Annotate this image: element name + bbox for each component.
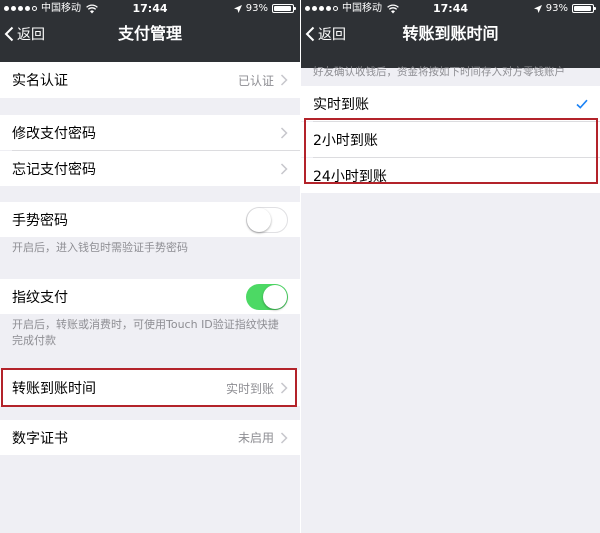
status-right: 93% [533, 0, 596, 17]
page-title: 转账到账时间 [402, 24, 499, 43]
battery-percent: 93% [545, 3, 568, 14]
chevron-right-icon [280, 431, 288, 444]
transfer-time-screen: 中国移动 17:44 93% 返回 转账到账时间 好友确认收钱后，资金将按如下时… [301, 0, 600, 533]
digital-certificate-status: 未启用 [237, 431, 274, 445]
chevron-right-icon [280, 162, 288, 175]
chevron-right-icon [280, 382, 288, 394]
page-title: 支付管理 [117, 24, 182, 43]
status-bar: 中国移动 17:44 93% [0, 0, 300, 17]
status-right: 93% [233, 0, 296, 17]
forgot-password-row[interactable]: 忘记支付密码 [0, 151, 300, 186]
option-label: 24小时到账 [313, 168, 387, 185]
gesture-password-row: 手势密码 [0, 202, 300, 237]
nav-bar: 返回 支付管理 [0, 18, 300, 50]
option-24-hours[interactable]: 24小时到账 [301, 158, 600, 193]
gesture-password-note: 开启后，进入钱包时需验证手势密码 [12, 241, 188, 254]
payment-management-screen: 中国移动 17:44 93% 返回 支付管理 实名认证 已认证 修改支付密码 忘… [0, 0, 300, 533]
transfer-options: 好友确认收钱后，资金将按如下时间存入对方零钱账户 实时到账 2小时到账 24小时… [301, 52, 600, 533]
option-label: 2小时到账 [313, 132, 378, 149]
change-password-row[interactable]: 修改支付密码 [0, 115, 300, 150]
status-bar: 中国移动 17:44 93% [301, 0, 600, 17]
touchid-payment-label: 指纹支付 [12, 289, 68, 306]
toggle-knob [247, 207, 271, 232]
option-2-hours[interactable]: 2小时到账 [301, 122, 600, 157]
change-password-label: 修改支付密码 [12, 125, 96, 142]
touchid-payment-note: 开启后，转账或消费时，可使用Touch ID验证指纹快捷完成付款 [12, 318, 279, 347]
transfer-time-value: 实时到账 [225, 381, 274, 396]
chevron-right-icon [280, 126, 288, 139]
app-root: 中国移动 17:44 93% 返回 支付管理 实名认证 已认证 修改支付密码 忘… [0, 0, 600, 533]
forgot-password-label: 忘记支付密码 [12, 161, 96, 178]
battery-icon [272, 4, 296, 13]
real-name-label: 实名认证 [12, 73, 68, 89]
real-name-status: 已认证 [237, 73, 274, 88]
option-label: 实时到账 [313, 96, 369, 113]
battery-percent: 93% [245, 3, 268, 14]
touchid-payment-toggle[interactable] [246, 283, 288, 310]
digital-certificate-row[interactable]: 数字证书 未启用 [0, 420, 300, 455]
digital-certificate-label: 数字证书 [12, 430, 68, 447]
checkmark-icon [576, 99, 588, 109]
toggle-knob [263, 284, 287, 309]
transfer-time-label: 转账到账时间 [12, 381, 96, 397]
transfer-time-note: 好友确认收钱后，资金将按如下时间存入对方零钱账户 [313, 66, 565, 78]
location-arrow-icon [233, 4, 242, 13]
real-name-row[interactable]: 实名认证 已认证 [0, 62, 300, 98]
location-arrow-icon [533, 4, 542, 13]
option-realtime[interactable]: 实时到账 [301, 86, 600, 121]
gesture-password-toggle[interactable] [246, 206, 288, 233]
touchid-payment-row: 指纹支付 [0, 279, 300, 314]
settings-list: 实名认证 已认证 修改支付密码 忘记支付密码 手势密码 开启后，进入钱包时需验证… [0, 52, 300, 533]
gesture-password-label: 手势密码 [12, 212, 68, 229]
transfer-time-row[interactable]: 转账到账时间 实时到账 [0, 370, 300, 406]
battery-icon [572, 4, 596, 13]
chevron-right-icon [280, 74, 288, 86]
nav-bar: 返回 转账到账时间 [301, 18, 600, 50]
